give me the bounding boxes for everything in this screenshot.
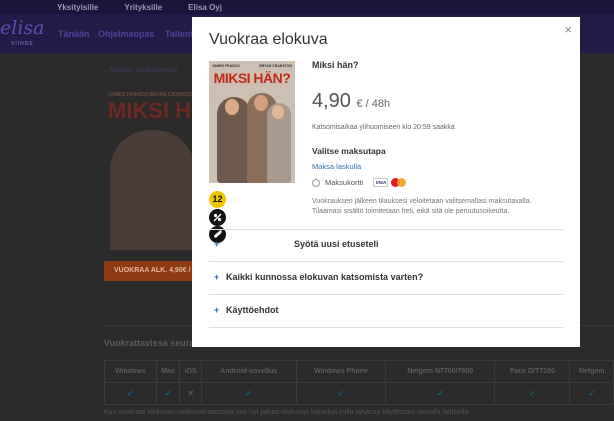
availability-check: ✓ bbox=[200, 382, 297, 405]
platform-cell: iOS bbox=[179, 360, 202, 383]
card-payment-radio[interactable] bbox=[312, 178, 320, 187]
accordion-divider bbox=[209, 229, 563, 230]
nav-item-today[interactable]: Tänään bbox=[58, 29, 90, 39]
mastercard-icon bbox=[391, 178, 407, 187]
plus-icon: + bbox=[214, 239, 220, 249]
availability-check: ✓ bbox=[104, 382, 157, 405]
accordion-divider bbox=[209, 261, 563, 262]
poster-face bbox=[254, 95, 268, 111]
topbar-link-corporate[interactable]: Elisa Oyj bbox=[188, 3, 222, 12]
platform-cell: Windows Phone bbox=[295, 360, 387, 383]
availability-check: ✓ bbox=[295, 382, 387, 405]
platform-cell: Windows bbox=[104, 360, 157, 383]
card-payment-label[interactable]: Maksukortti bbox=[325, 178, 363, 187]
accordion-terms-label: Käyttöehdot bbox=[226, 305, 279, 315]
close-icon[interactable]: × bbox=[564, 22, 572, 37]
platform-table: Windows Mac iOS Android-sovellus Windows… bbox=[104, 360, 614, 405]
accordion-divider bbox=[209, 327, 563, 328]
rent-movie-dialog: Vuokraa elokuva × JAMES FRANCO BRYAN CRA… bbox=[192, 17, 580, 347]
poster-actor-right: BRYAN CRANSTON bbox=[259, 64, 292, 68]
platform-header-row: Windows Mac iOS Android-sovellus Windows… bbox=[104, 360, 614, 383]
breadcrumb-back[interactable]: ‹ Takaisin vuokraamoon bbox=[104, 67, 178, 74]
availability-check: ✓ bbox=[155, 382, 181, 405]
movie-title: Miksi hän? bbox=[312, 60, 359, 70]
price-unit: € / 48h bbox=[356, 98, 391, 110]
poster-face bbox=[272, 105, 284, 119]
topbar-link-private[interactable]: Yksityisille bbox=[57, 3, 98, 12]
topbar-link-business[interactable]: Yrityksille bbox=[124, 3, 162, 12]
poster-title: MIKSI HÄN? bbox=[213, 70, 291, 86]
top-utility-bar: Yksityisille Yrityksille Elisa Oyj bbox=[0, 0, 614, 14]
accordion-requirements-label: Kaikki kunnossa elokuvan katsomista vart… bbox=[226, 272, 424, 282]
availability-cross: ✕ bbox=[179, 382, 202, 405]
age-rating-12-icon: 12 bbox=[209, 191, 226, 208]
platform-availability-row: ✓ ✓ ✕ ✓ ✓ ✓ ✓ ✓ bbox=[104, 382, 614, 405]
accordion-divider bbox=[209, 294, 563, 295]
dialog-title: Vuokraa elokuva bbox=[209, 31, 328, 48]
platform-cell: Netgem N7700/7800 bbox=[385, 360, 496, 383]
poster-actor-names: JAMES FRANCO BRYAN CRANSTON bbox=[212, 64, 292, 68]
background-rent-button[interactable]: VUOKRAA ALK. 4,90€ / 48H bbox=[104, 261, 194, 281]
violence-icon bbox=[209, 209, 226, 226]
accordion-voucher-label: Syötä uusi etuseteli bbox=[294, 239, 379, 249]
movie-poster: JAMES FRANCO BRYAN CRANSTON MIKSI HÄN? bbox=[209, 61, 295, 183]
background-poster-figures bbox=[110, 130, 195, 250]
availability-check: ✓ bbox=[385, 382, 496, 405]
price-value: 4,90 bbox=[312, 90, 351, 112]
visa-icon: VISA bbox=[373, 178, 389, 187]
background-poster-title: MIKSI HÄN? bbox=[108, 98, 199, 123]
payment-method-title: Valitse maksutapa bbox=[312, 146, 386, 156]
background-poster: JAMES FRANCO BRYAN CRANSTON MIKSI HÄN? bbox=[104, 90, 199, 250]
accordion-requirements[interactable]: + Kaikki kunnossa elokuvan katsomista va… bbox=[214, 272, 554, 282]
logo-wordmark: elisa bbox=[0, 17, 45, 39]
accordion-voucher[interactable]: + Syötä uusi etuseteli bbox=[214, 239, 554, 249]
platform-cell: Android-sovellus bbox=[200, 360, 297, 383]
viewing-period: Katsomisaikaa ylihuomiseen klo 20:59 saa… bbox=[312, 124, 455, 131]
platform-cell: Netgem bbox=[569, 360, 614, 383]
payment-notice: Vuokrauksen jälkeen tilauksesi veloiteta… bbox=[312, 198, 532, 215]
platform-cell: Pace DIT7100 bbox=[494, 360, 571, 383]
poster-face bbox=[225, 99, 239, 115]
card-payment-option[interactable]: Maksukortti VISA bbox=[312, 178, 407, 187]
elisa-logo[interactable]: elisa VIIHDE bbox=[0, 17, 44, 49]
availability-check: ✓ bbox=[494, 382, 571, 405]
plus-icon: + bbox=[214, 305, 220, 315]
pay-by-invoice-link[interactable]: Maksa laskulla bbox=[312, 162, 361, 171]
background-footnote: Kun vuokraat elokuvan nettivuokraamosta … bbox=[104, 409, 471, 416]
plus-icon: + bbox=[214, 272, 220, 282]
nav-item-guide[interactable]: Ohjelmaopas bbox=[98, 29, 155, 39]
availability-check: ✓ bbox=[569, 382, 614, 405]
platform-cell: Mac bbox=[155, 360, 181, 383]
accordion-terms[interactable]: + Käyttöehdot bbox=[214, 305, 554, 315]
logo-subtitle: VIIHDE bbox=[11, 41, 34, 47]
rental-price: 4,90 € / 48h bbox=[312, 90, 390, 113]
poster-actor-left: JAMES FRANCO bbox=[212, 64, 241, 68]
